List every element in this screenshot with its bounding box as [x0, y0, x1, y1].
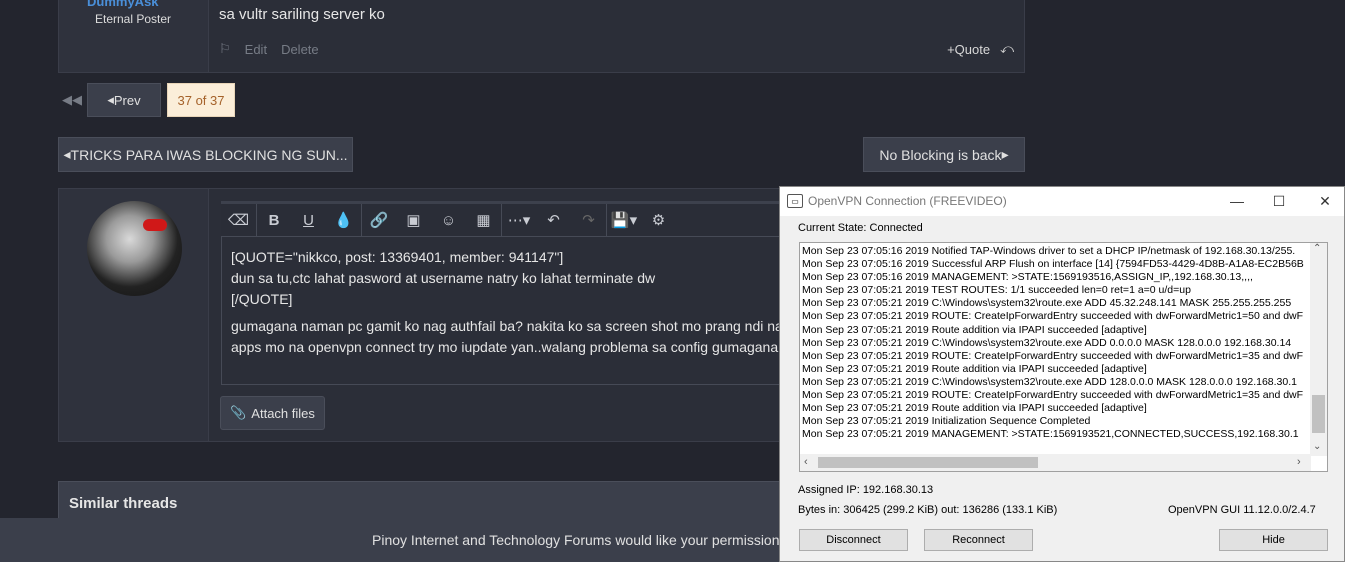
undo-icon[interactable]: ↶: [536, 204, 571, 236]
prev-page-button[interactable]: ◂ Prev: [87, 83, 161, 117]
log-line: Mon Sep 23 07:05:21 2019 ROUTE: CreateIp…: [802, 389, 1304, 402]
log-line: Mon Sep 23 07:05:16 2019 Successful ARP …: [802, 258, 1304, 271]
delete-link[interactable]: Delete: [281, 42, 319, 57]
openvpn-monitor-icon: ▭: [787, 194, 803, 208]
log-line: Mon Sep 23 07:05:21 2019 TEST ROUTES: 1/…: [802, 284, 1191, 297]
post-username[interactable]: DummyAsk: [87, 0, 159, 9]
first-page-icon[interactable]: ◀◀: [62, 92, 82, 108]
quote-label: Quote: [954, 41, 991, 57]
maximize-icon[interactable]: ☐: [1264, 191, 1294, 211]
log-line: Mon Sep 23 07:05:21 2019 Route addition …: [802, 402, 1147, 415]
post-actions-right: +Quote ⤺: [947, 41, 1014, 57]
plus-icon: +: [947, 41, 955, 57]
gui-version: OpenVPN GUI 11.12.0.0/2.4.7: [1168, 504, 1316, 516]
underline-icon[interactable]: U: [291, 204, 326, 236]
log-line: Mon Sep 23 07:05:21 2019 C:\Windows\syst…: [802, 297, 1292, 310]
cookie-notice-text: Pinoy Internet and Technology Forums wou…: [372, 532, 780, 548]
scroll-left-icon[interactable]: ‹: [804, 456, 808, 468]
scroll-down-icon[interactable]: ⌄: [1313, 441, 1321, 452]
close-icon[interactable]: ✕: [1310, 191, 1340, 211]
connection-state: Current State: Connected: [798, 222, 923, 234]
log-line: Mon Sep 23 07:05:21 2019 ROUTE: CreateIp…: [802, 349, 1304, 362]
vertical-scroll-thumb[interactable]: [1312, 395, 1325, 433]
bytes-transferred: Bytes in: 306425 (299.2 KiB) out: 136286…: [798, 504, 1058, 516]
more-options-icon[interactable]: ⋯▾: [501, 204, 536, 236]
reply-user-cell: [59, 189, 209, 441]
link-icon[interactable]: 🔗: [361, 204, 396, 236]
previous-thread-label: TRICKS PARA IWAS BLOCKING NG SUN...: [70, 146, 348, 163]
color-drop-icon[interactable]: 💧: [326, 204, 361, 236]
log-line: Mon Sep 23 07:05:21 2019 MANAGEMENT: >ST…: [802, 428, 1299, 441]
chevron-right-icon: ▸: [1001, 146, 1009, 162]
prev-label: Prev: [113, 92, 141, 108]
window-title: OpenVPN Connection (FREEVIDEO): [808, 194, 1007, 208]
post-actions: ⚐ Edit Delete: [219, 41, 319, 57]
current-page-indicator[interactable]: 37 of 37: [167, 83, 235, 117]
edit-link[interactable]: Edit: [245, 42, 267, 57]
attach-files-button[interactable]: 📎 Attach files: [220, 396, 325, 430]
window-titlebar[interactable]: ▭ OpenVPN Connection (FREEVIDEO) — ☐ ✕: [780, 187, 1344, 216]
image-icon[interactable]: ▣: [396, 204, 431, 236]
redo-icon[interactable]: ↷: [571, 204, 606, 236]
attach-label: Attach files: [251, 405, 315, 421]
settings-gear-icon[interactable]: ⚙: [641, 204, 676, 236]
log-lines: Mon Sep 23 07:05:16 2019 Notified TAP-Wi…: [802, 245, 1309, 441]
vertical-scrollbar[interactable]: ⌃ ⌄: [1310, 243, 1327, 456]
log-line: Mon Sep 23 07:05:21 2019 Route addition …: [802, 323, 1147, 336]
next-thread-label: No Blocking is back: [879, 146, 1002, 163]
previous-post: DummyAsk Eternal Poster sa vultr sarilin…: [58, 0, 1025, 73]
paperclip-icon: 📎: [230, 405, 247, 420]
media-icon[interactable]: ▦: [466, 204, 501, 236]
scroll-up-icon[interactable]: ⌃: [1313, 243, 1321, 254]
log-area[interactable]: Mon Sep 23 07:05:16 2019 Notified TAP-Wi…: [799, 242, 1328, 472]
openvpn-window: ▭ OpenVPN Connection (FREEVIDEO) — ☐ ✕ C…: [779, 186, 1345, 562]
log-line: Mon Sep 23 07:05:16 2019 Notified TAP-Wi…: [802, 245, 1296, 257]
similar-threads-title: Similar threads: [69, 495, 178, 512]
hide-button[interactable]: Hide: [1219, 529, 1328, 551]
post-message: sa vultr sariling server ko: [219, 6, 385, 23]
log-line: Mon Sep 23 07:05:21 2019 Initialization …: [802, 415, 1091, 428]
log-line: Mon Sep 23 07:05:21 2019 C:\Windows\syst…: [802, 375, 1297, 388]
smiley-icon[interactable]: ☺: [431, 204, 466, 236]
post-user-title: Eternal Poster: [95, 12, 172, 26]
eraser-icon[interactable]: ⌫: [221, 204, 256, 236]
disconnect-button[interactable]: Disconnect: [799, 529, 908, 551]
log-line: Mon Sep 23 07:05:21 2019 Route addition …: [802, 362, 1147, 375]
log-line: Mon Sep 23 07:05:16 2019 MANAGEMENT: >ST…: [802, 271, 1253, 284]
chevron-left-icon: ◂: [63, 146, 71, 162]
scroll-right-icon[interactable]: ›: [1297, 456, 1301, 468]
reconnect-button[interactable]: Reconnect: [924, 529, 1033, 551]
quote-button[interactable]: +Quote: [947, 42, 990, 57]
assigned-ip: Assigned IP: 192.168.30.13: [798, 484, 934, 496]
minimize-icon[interactable]: —: [1222, 191, 1252, 211]
report-flag-icon[interactable]: ⚐: [219, 41, 231, 57]
post-user-cell: DummyAsk Eternal Poster: [59, 0, 209, 72]
log-line: Mon Sep 23 07:05:21 2019 C:\Windows\syst…: [802, 336, 1292, 349]
log-line: Mon Sep 23 07:05:21 2019 ROUTE: CreateIp…: [802, 310, 1304, 323]
horizontal-scroll-thumb[interactable]: [818, 457, 1038, 468]
bold-icon[interactable]: B: [256, 204, 291, 236]
next-thread-button[interactable]: No Blocking is back ▸: [863, 137, 1025, 172]
reply-icon[interactable]: ⤺: [1000, 41, 1014, 57]
previous-thread-button[interactable]: ◂ TRICKS PARA IWAS BLOCKING NG SUN...: [58, 137, 353, 172]
avatar[interactable]: [87, 201, 182, 296]
horizontal-scrollbar[interactable]: ‹ ›: [800, 454, 1311, 471]
save-drafts-icon[interactable]: 💾▾: [606, 204, 641, 236]
